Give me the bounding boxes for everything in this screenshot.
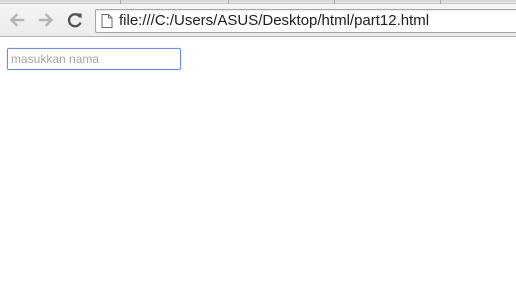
page-icon <box>101 14 113 33</box>
page-content <box>0 37 516 283</box>
name-input[interactable] <box>7 48 181 70</box>
back-arrow-icon <box>9 13 25 27</box>
address-bar[interactable]: file:///C:/Users/ASUS/Desktop/html/part1… <box>95 9 516 33</box>
forward-button[interactable] <box>34 8 58 32</box>
reload-button[interactable] <box>63 8 87 32</box>
browser-toolbar: file:///C:/Users/ASUS/Desktop/html/part1… <box>0 4 516 37</box>
reload-icon <box>67 13 82 28</box>
forward-arrow-icon <box>38 13 54 27</box>
address-bar-url: file:///C:/Users/ASUS/Desktop/html/part1… <box>119 12 430 29</box>
back-button[interactable] <box>5 8 29 32</box>
